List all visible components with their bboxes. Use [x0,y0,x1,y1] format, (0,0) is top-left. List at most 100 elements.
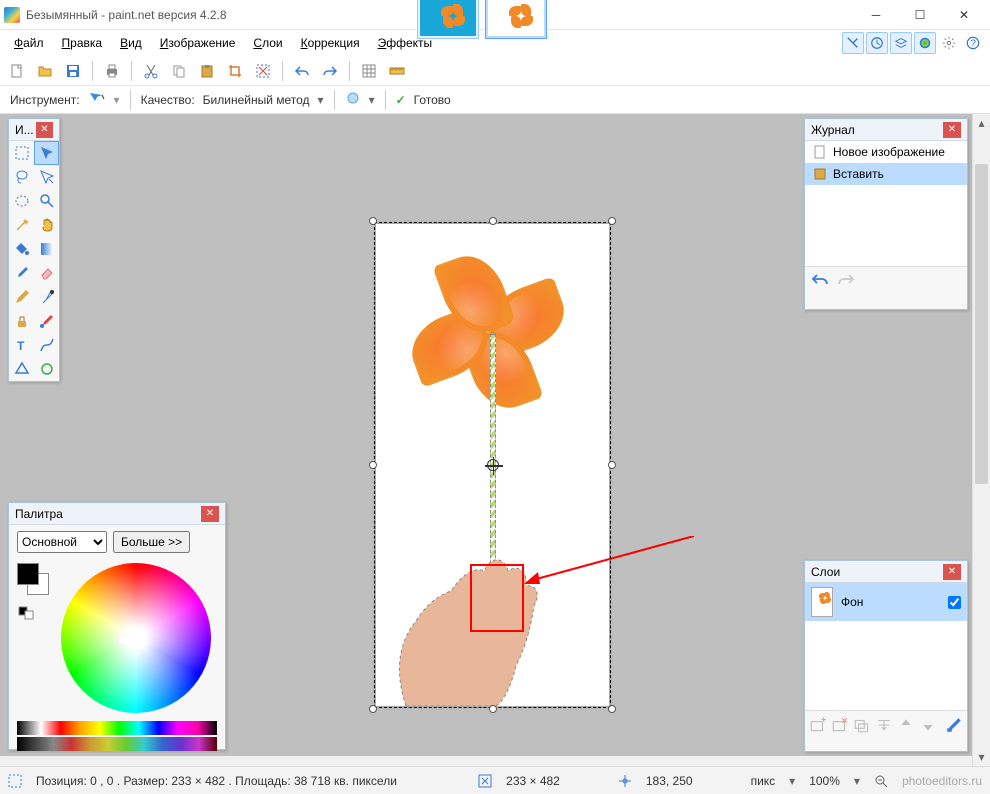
tools-close-icon[interactable]: ✕ [36,122,53,138]
help-icon[interactable]: ? [962,32,984,54]
tools-panel[interactable]: И...✕ T [8,118,60,382]
resize-handle[interactable] [489,705,497,713]
tool-move-pixels[interactable] [34,165,59,189]
layer-delete-icon[interactable] [831,716,849,734]
tool-pencil[interactable] [9,285,34,309]
menu-file[interactable]: Файл [6,33,52,53]
color-mode-select[interactable]: Основной [17,531,107,553]
unit-select[interactable]: пикс [751,774,776,788]
tool-rect-select[interactable] [9,141,34,165]
resize-handle[interactable] [369,705,377,713]
deselect-icon[interactable] [252,60,274,82]
tool-dropdown-icon[interactable] [88,91,106,108]
tool-lasso[interactable] [9,165,34,189]
open-file-icon[interactable] [34,60,56,82]
tool-window-colors-icon[interactable] [914,32,936,54]
color-wheel[interactable] [61,563,211,713]
ruler-icon[interactable] [386,60,408,82]
crop-icon[interactable] [224,60,246,82]
zoom-out-icon[interactable] [874,774,888,788]
sampling-icon[interactable] [345,90,361,109]
layers-panel[interactable]: Слои✕ Фон [804,560,968,752]
menu-image[interactable]: Изображение [152,33,244,53]
colors-panel[interactable]: Палитра✕ Основной Больше >> [8,502,226,750]
horizontal-scrollbar[interactable] [0,756,972,766]
color-swatches[interactable] [17,563,53,599]
layer-up-icon[interactable] [897,716,915,734]
tool-pan[interactable] [34,213,59,237]
resize-handle[interactable] [608,217,616,225]
paste-icon[interactable] [196,60,218,82]
colors-close-icon[interactable]: ✕ [201,506,219,522]
layer-merge-icon[interactable] [875,716,893,734]
tool-eraser[interactable] [34,261,59,285]
menu-view[interactable]: Вид [112,33,150,53]
menu-layers[interactable]: Слои [245,33,290,53]
copy-icon[interactable] [168,60,190,82]
resize-handle[interactable] [369,461,377,469]
swap-colors-icon[interactable] [17,605,53,624]
layer-properties-icon[interactable] [945,716,963,734]
tool-move-selection[interactable] [34,141,59,165]
tool-text[interactable]: T [9,333,34,357]
tool-shapes-extra[interactable] [34,357,59,381]
grid-icon[interactable] [358,60,380,82]
more-colors-button[interactable]: Больше >> [113,531,190,553]
resize-handle[interactable] [489,217,497,225]
tool-clone[interactable] [9,309,34,333]
print-icon[interactable] [101,60,123,82]
vertical-scrollbar[interactable]: ▴ ▾ [972,114,990,766]
commit-icon[interactable]: ✓ [396,93,406,107]
minimize-button[interactable]: ─ [854,0,898,30]
scroll-thumb[interactable] [975,164,988,484]
tool-recolor[interactable] [34,309,59,333]
doc-thumb-1[interactable] [417,0,479,39]
zoom-value[interactable]: 100% [809,774,840,788]
save-icon[interactable] [62,60,84,82]
tool-zoom[interactable] [34,189,59,213]
history-item[interactable]: Вставить [805,163,967,185]
tool-fill[interactable] [9,237,34,261]
history-item[interactable]: Новое изображение [805,141,967,163]
quality-value[interactable]: Билинейный метод [203,93,310,107]
cut-icon[interactable] [140,60,162,82]
tool-ellipse-select[interactable] [9,189,34,213]
new-file-icon[interactable] [6,60,28,82]
tool-line[interactable] [34,333,59,357]
resize-handle[interactable] [608,705,616,713]
layer-visibility-checkbox[interactable] [948,596,961,609]
history-redo-icon[interactable] [837,272,855,291]
redo-icon[interactable] [319,60,341,82]
tool-color-picker[interactable] [34,285,59,309]
tool-window-history-icon[interactable] [866,32,888,54]
layers-close-icon[interactable]: ✕ [943,564,961,580]
doc-thumb-2[interactable] [485,0,547,39]
wheel-cursor[interactable] [117,635,127,645]
move-center-icon[interactable] [487,459,499,471]
tool-window-layers-icon[interactable] [890,32,912,54]
tool-magic-wand[interactable] [9,213,34,237]
resize-handle[interactable] [608,461,616,469]
history-panel[interactable]: Журнал✕ Новое изображение Вставить [804,118,968,310]
layer-add-icon[interactable] [809,716,827,734]
layer-down-icon[interactable] [919,716,937,734]
menu-adjust[interactable]: Коррекция [293,33,368,53]
history-undo-icon[interactable] [811,272,829,291]
selection-marquee[interactable] [374,222,611,708]
settings-icon[interactable] [938,32,960,54]
scroll-down-icon[interactable]: ▾ [973,748,990,766]
resize-handle[interactable] [369,217,377,225]
close-button[interactable]: ✕ [942,0,986,30]
layer-duplicate-icon[interactable] [853,716,871,734]
canvas[interactable] [376,224,609,706]
maximize-button[interactable]: ☐ [898,0,942,30]
tool-shape[interactable] [9,357,34,381]
menu-edit[interactable]: Правка [54,33,111,53]
undo-icon[interactable] [291,60,313,82]
color-palette-strip-2[interactable] [17,737,217,751]
layer-row[interactable]: Фон [805,583,967,621]
tool-window-tools-icon[interactable] [842,32,864,54]
color-palette-strip[interactable] [17,721,217,735]
tool-gradient[interactable] [34,237,59,261]
history-close-icon[interactable]: ✕ [943,122,961,138]
